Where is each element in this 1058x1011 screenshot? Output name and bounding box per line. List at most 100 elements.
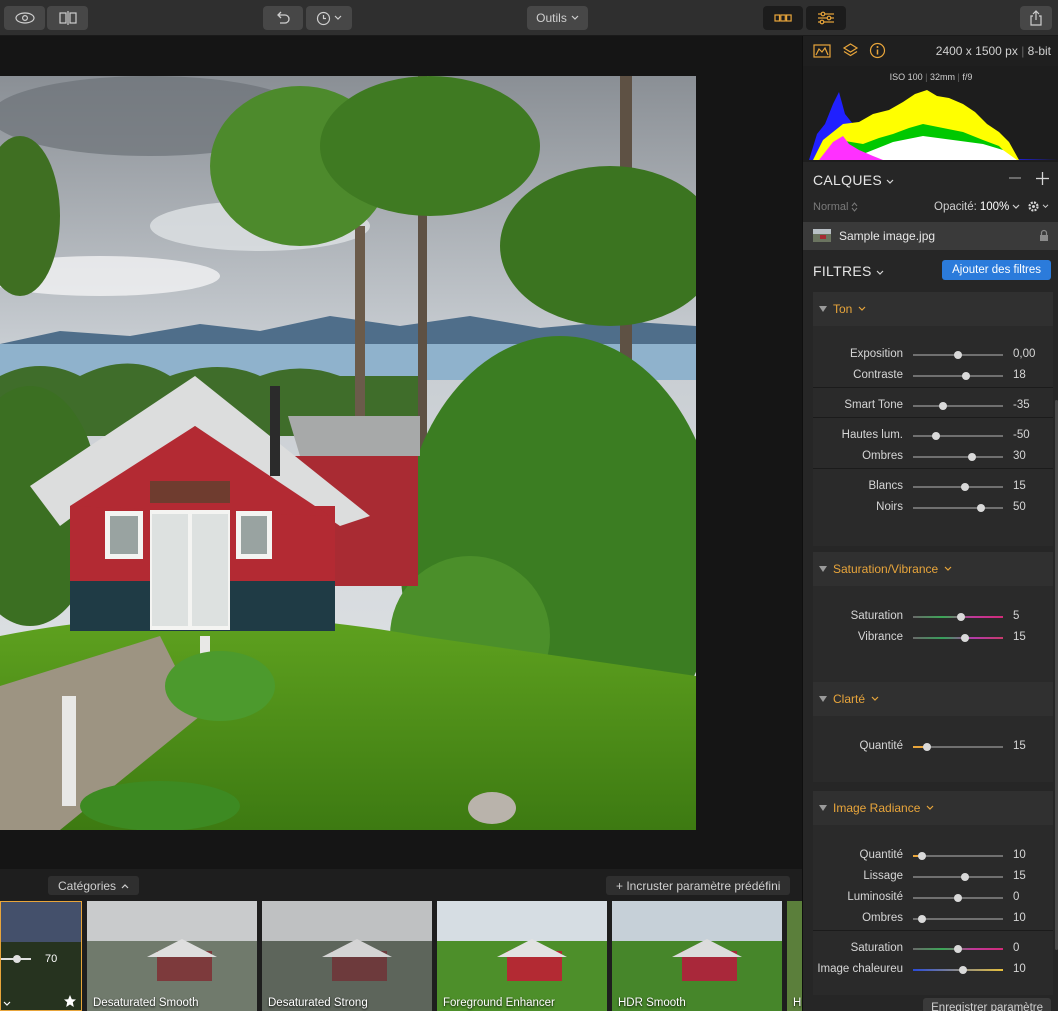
slider-track[interactable]	[913, 375, 1003, 377]
remove-layer-icon[interactable]	[1009, 177, 1021, 179]
slider-track[interactable]	[913, 876, 1003, 878]
preset-thumbnail[interactable]: HDR Smooth	[612, 901, 782, 1011]
slider-knob[interactable]	[954, 945, 962, 953]
slider-value[interactable]: 18	[1013, 369, 1026, 381]
slider-knob[interactable]	[962, 372, 971, 380]
slider-value[interactable]: 5	[1013, 610, 1019, 622]
slider-knob[interactable]	[954, 351, 962, 359]
layer-item[interactable]: Sample image.jpg	[803, 222, 1058, 250]
slider-knob[interactable]	[961, 634, 970, 642]
slider-value[interactable]: 0	[1013, 942, 1019, 954]
slider-track[interactable]	[913, 486, 1003, 488]
preset-thumbnail[interactable]: H	[787, 901, 802, 1011]
star-icon[interactable]	[63, 994, 77, 1008]
slider-knob[interactable]	[954, 894, 962, 902]
filters-title: FILTRES	[813, 263, 872, 279]
save-preset-button[interactable]: Enregistrer paramètre	[923, 998, 1051, 1011]
slider-knob[interactable]	[956, 613, 965, 621]
slider-label: Blancs	[868, 480, 903, 492]
slider-track[interactable]	[913, 456, 1003, 458]
slider-value[interactable]: 10	[1013, 963, 1026, 975]
slider-knob[interactable]	[961, 483, 970, 491]
slider-knob[interactable]	[918, 852, 926, 860]
slider-track[interactable]	[913, 855, 1003, 857]
slider-label: Ombres	[862, 912, 903, 924]
slider-value[interactable]: 0	[1013, 891, 1019, 903]
filter-group-header-saturation[interactable]: Saturation/Vibrance	[813, 552, 1053, 586]
slider-value[interactable]: 30	[1013, 450, 1026, 462]
slider-value[interactable]: 10	[1013, 849, 1026, 861]
slider-track[interactable]	[913, 637, 1003, 639]
filter-group-header-ton[interactable]: Ton	[813, 292, 1053, 326]
preset-preview-image	[87, 901, 257, 1011]
chevron-down-icon[interactable]	[3, 1001, 11, 1007]
tools-menu-label: Outils	[536, 11, 567, 25]
slider-label: Contraste	[853, 369, 903, 381]
slider-knob[interactable]	[967, 453, 976, 461]
filter-group-header-clarte[interactable]: Clarté	[813, 682, 1053, 716]
slider-value[interactable]: 15	[1013, 870, 1026, 882]
share-icon	[1030, 10, 1042, 26]
slider-knob[interactable]	[976, 504, 985, 512]
slider-track[interactable]	[913, 435, 1003, 437]
sliders-icon	[818, 11, 834, 25]
categories-button[interactable]: Catégories	[48, 876, 140, 895]
slider-knob[interactable]	[961, 873, 970, 881]
slider-value[interactable]: 15	[1013, 480, 1026, 492]
eye-icon	[14, 12, 35, 24]
embed-preset-button[interactable]: + Incruster paramètre prédéfini	[606, 876, 791, 895]
preset-amount-knob[interactable]	[13, 955, 21, 963]
slider-knob[interactable]	[918, 915, 926, 923]
slider-row: Lissage 15	[813, 866, 1053, 886]
slider-row: Ombres 10	[813, 908, 1053, 928]
slider-knob[interactable]	[922, 743, 931, 751]
slider-value[interactable]: 0,00	[1013, 348, 1035, 360]
layers-icon[interactable]	[842, 42, 859, 59]
slider-track[interactable]	[913, 918, 1003, 920]
right-panel: 2400 x 1500 px | 8-bit ISO 100 | 32mm | …	[802, 36, 1058, 1011]
share-button[interactable]	[1020, 6, 1052, 30]
compare-split-button[interactable]	[47, 6, 88, 30]
preset-thumbnail-current[interactable]: 70	[0, 901, 82, 1011]
history-button[interactable]	[306, 6, 352, 30]
opacity-select[interactable]: Opacité: 100%	[934, 201, 1020, 213]
filter-group-header-radiance[interactable]: Image Radiance	[813, 791, 1053, 825]
slider-row: Quantité 10	[813, 845, 1053, 865]
slider-row: Luminosité 0	[813, 887, 1053, 907]
undo-button[interactable]	[263, 6, 303, 30]
photo-preview[interactable]	[0, 76, 696, 830]
layer-settings-button[interactable]	[1027, 200, 1049, 213]
info-icon[interactable]	[869, 42, 886, 59]
preset-thumbnail[interactable]: Desaturated Strong	[262, 901, 432, 1011]
preview-eye-button[interactable]	[4, 6, 45, 30]
slider-track[interactable]	[913, 405, 1003, 407]
tools-menu-button[interactable]: Outils	[527, 6, 588, 30]
slider-value[interactable]: 50	[1013, 501, 1026, 513]
layers-header[interactable]: CALQUES	[813, 172, 894, 188]
slider-value[interactable]: -35	[1013, 399, 1030, 411]
presets-toggle-button[interactable]	[763, 6, 803, 30]
slider-value[interactable]: 10	[1013, 912, 1026, 924]
slider-label: Saturation	[850, 610, 903, 622]
preset-thumbnail[interactable]: Foreground Enhancer	[437, 901, 607, 1011]
add-filters-button[interactable]: Ajouter des filtres	[942, 260, 1051, 280]
slider-value[interactable]: 15	[1013, 631, 1026, 643]
add-layer-icon[interactable]	[1036, 172, 1049, 185]
slider-track[interactable]	[913, 507, 1003, 509]
slider-row: Image chaleureu 10	[813, 959, 1053, 979]
add-filters-label: Ajouter des filtres	[952, 264, 1041, 276]
adjustments-toggle-button[interactable]	[806, 6, 846, 30]
slider-value[interactable]: -50	[1013, 429, 1030, 441]
image-canvas[interactable]	[0, 36, 802, 869]
preset-preview-image	[612, 901, 782, 1011]
preset-thumbnail[interactable]: Desaturated Smooth	[87, 901, 257, 1011]
histogram-icon[interactable]	[813, 43, 831, 59]
slider-knob[interactable]	[931, 432, 940, 440]
slider-knob[interactable]	[958, 966, 967, 974]
blend-mode-select[interactable]: Normal	[813, 201, 858, 213]
lock-icon[interactable]	[1039, 229, 1049, 242]
slider-knob[interactable]	[938, 402, 947, 410]
slider-value[interactable]: 15	[1013, 740, 1026, 752]
filmstrip-icon	[774, 14, 792, 22]
filters-header[interactable]: FILTRES	[813, 263, 884, 279]
